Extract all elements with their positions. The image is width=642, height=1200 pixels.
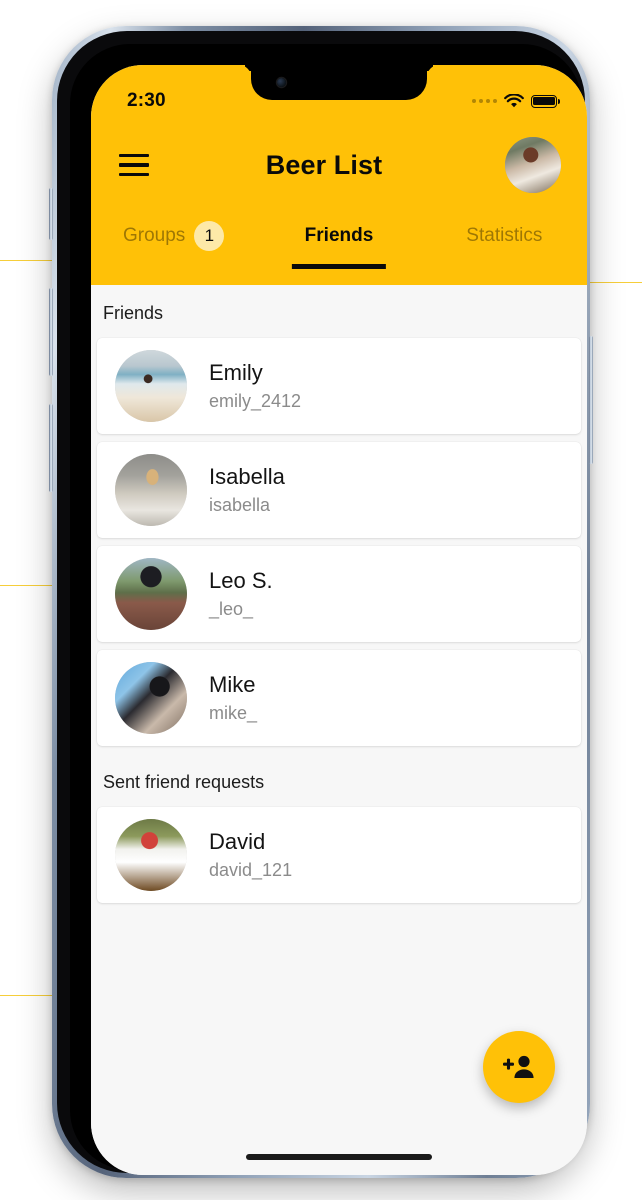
volume-down-button[interactable] [49, 404, 53, 492]
tab-friends[interactable]: Friends [256, 203, 421, 269]
device-notch [251, 65, 427, 100]
list-item-meta: David david_121 [209, 829, 292, 881]
wifi-icon [504, 93, 524, 107]
friend-handle: _leo_ [209, 599, 254, 619]
phone-screen: 2:30 Beer List Groups 1 Friends Statisti… [91, 65, 587, 1175]
section-header-friends: Friends [103, 303, 164, 323]
front-camera-icon [277, 78, 286, 87]
power-button[interactable] [589, 336, 593, 464]
volume-up-button[interactable] [49, 288, 53, 376]
tab-friends-label: Friends [304, 225, 374, 246]
list-item[interactable]: Isabella isabella [97, 442, 581, 538]
app-bar: 2:30 Beer List Groups 1 Friends Statisti… [91, 65, 587, 285]
battery-full-icon [531, 94, 560, 108]
signal-dots-icon [472, 99, 497, 103]
status-badge: 1 [194, 221, 225, 251]
home-indicator[interactable] [246, 1154, 432, 1160]
list-item[interactable]: David david_121 [97, 807, 581, 903]
person-add-icon [503, 1055, 534, 1078]
request-handle: david_121 [209, 860, 293, 880]
tab-groups-label: Groups [123, 225, 186, 246]
list-item-meta: Leo S. _leo_ [209, 568, 273, 620]
friend-handle: isabella [209, 495, 271, 515]
status-time: 2:30 [127, 90, 166, 111]
tab-statistics-label: Statistics [466, 225, 543, 246]
friend-avatar [115, 454, 187, 526]
phone-frame: 2:30 Beer List Groups 1 Friends Statisti… [49, 26, 593, 1178]
avatar[interactable] [505, 137, 561, 193]
silent-switch-button[interactable] [49, 188, 53, 240]
list-item-meta: Isabella isabella [209, 464, 285, 516]
tab-groups[interactable]: Groups 1 [91, 203, 256, 269]
list-item[interactable]: Mike mike_ [97, 650, 581, 746]
list-item-meta: Emily emily_2412 [209, 360, 301, 412]
status-icons [472, 93, 560, 109]
tab-bar: Groups 1 Friends Statistics [91, 203, 587, 269]
section-header-sent-requests: Sent friend requests [103, 772, 265, 792]
friend-name: Mike [209, 672, 256, 697]
friend-handle: mike_ [209, 703, 258, 723]
screenshot-stage: 2:30 Beer List Groups 1 Friends Statisti… [0, 0, 642, 1200]
request-name: David [209, 829, 266, 854]
phone-bezel: 2:30 Beer List Groups 1 Friends Statisti… [70, 44, 587, 1175]
friend-name: Leo S. [209, 568, 273, 593]
friend-avatar [115, 662, 187, 734]
content-area[interactable]: Friends Emily emily_2412 Isabella isabel… [91, 285, 587, 1175]
friend-avatar [115, 350, 187, 422]
tab-statistics[interactable]: Statistics [422, 203, 587, 269]
friend-handle: emily_2412 [209, 391, 302, 411]
friend-name: Isabella [209, 464, 285, 489]
list-item[interactable]: Emily emily_2412 [97, 338, 581, 434]
request-avatar [115, 819, 187, 891]
list-item-meta: Mike mike_ [209, 672, 257, 724]
phone-inner-shell: 2:30 Beer List Groups 1 Friends Statisti… [57, 31, 587, 1175]
list-item[interactable]: Leo S. _leo_ [97, 546, 581, 642]
nav-row: Beer List [91, 127, 587, 203]
friend-name: Emily [209, 360, 263, 385]
page-title: Beer List [265, 149, 383, 180]
friend-avatar [115, 558, 187, 630]
tab-indicator [291, 264, 387, 269]
avatar-photo [505, 137, 561, 193]
add-friend-button[interactable] [483, 1031, 555, 1103]
